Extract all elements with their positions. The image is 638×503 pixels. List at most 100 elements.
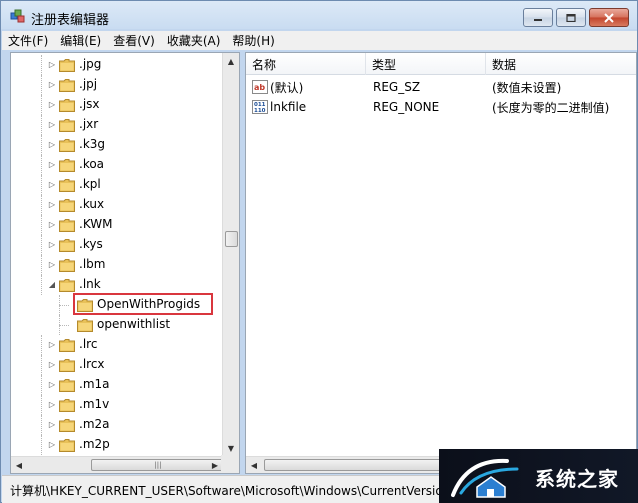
folder-icon: [59, 279, 75, 292]
collapsed-arrow-icon[interactable]: ▷: [47, 220, 57, 229]
collapsed-arrow-icon[interactable]: ▷: [47, 360, 57, 369]
collapsed-arrow-icon[interactable]: ▷: [47, 100, 57, 109]
tree-guide-line: [41, 375, 42, 395]
selected-key-highlight: [73, 293, 213, 315]
collapsed-arrow-icon[interactable]: ▷: [47, 160, 57, 169]
tree-item[interactable]: ▷ .k3g: [11, 135, 221, 155]
folder-icon: [59, 179, 75, 192]
tree-item-label: .m2a: [79, 417, 110, 431]
folder-icon: [59, 399, 75, 412]
tree-item-label: .m1v: [79, 397, 110, 411]
tree-guide-line: [41, 135, 42, 155]
collapsed-arrow-icon[interactable]: ▷: [47, 340, 57, 349]
scroll-down-arrow-icon[interactable]: ▼: [223, 440, 239, 456]
tree-item[interactable]: ◢ .lnk: [11, 275, 221, 295]
menu-edit[interactable]: 编辑(E): [54, 32, 107, 49]
tree-vscroll-thumb[interactable]: [225, 231, 238, 247]
tree-item-label: .KWM: [79, 217, 113, 231]
collapsed-arrow-icon[interactable]: ▷: [47, 240, 57, 249]
menu-view[interactable]: 查看(V): [107, 32, 161, 49]
tree-guide-line: [59, 305, 69, 306]
tree-item[interactable]: ▷ .jxr: [11, 115, 221, 135]
tree-item[interactable]: ▷ .m1v: [11, 395, 221, 415]
value-row[interactable]: 011 110 lnkfile REG_NONE (长度为零的二进制值): [246, 97, 636, 117]
tree-item[interactable]: ▷ .kux: [11, 195, 221, 215]
collapsed-arrow-icon[interactable]: ▷: [47, 200, 57, 209]
window-title: 注册表编辑器: [31, 13, 110, 28]
value-row[interactable]: ab (默认) REG_SZ (数值未设置): [246, 77, 636, 97]
tree-guide-line: [41, 95, 42, 115]
folder-icon: [59, 59, 75, 72]
expanded-arrow-icon[interactable]: ◢: [47, 280, 57, 289]
folder-icon: [59, 139, 75, 152]
collapsed-arrow-icon[interactable]: ▷: [47, 420, 57, 429]
watermark-logo-icon: [451, 458, 519, 498]
tree-vertical-scrollbar[interactable]: ▲ ▼: [222, 53, 239, 456]
collapsed-arrow-icon[interactable]: ▷: [47, 440, 57, 449]
tree-item-label: .lrc: [79, 337, 98, 351]
tree-item[interactable]: ▷ .m2a: [11, 415, 221, 435]
tree-guide-line: [59, 325, 69, 326]
menu-help[interactable]: 帮助(H): [226, 32, 280, 49]
tree-item[interactable]: ▷ .m1a: [11, 375, 221, 395]
menu-file[interactable]: 文件(F): [2, 32, 54, 49]
folder-icon: [59, 99, 75, 112]
tree-item[interactable]: openwithlist: [11, 315, 221, 335]
collapsed-arrow-icon[interactable]: ▷: [47, 140, 57, 149]
folder-icon: [59, 339, 75, 352]
collapsed-arrow-icon[interactable]: ▷: [47, 80, 57, 89]
menu-favorites[interactable]: 收藏夹(A): [161, 32, 227, 49]
value-type: REG_SZ: [373, 80, 421, 94]
collapsed-arrow-icon[interactable]: ▷: [47, 60, 57, 69]
current-key-path: 计算机\HKEY_CURRENT_USER\Software\Microsoft…: [10, 484, 442, 498]
list-hscroll-thumb[interactable]: [264, 459, 444, 471]
collapsed-arrow-icon[interactable]: ▷: [47, 380, 57, 389]
minimize-button[interactable]: [523, 8, 553, 27]
tree-guide-line: [41, 55, 42, 75]
watermark-banner: 系统之家: [439, 449, 638, 503]
column-type-header[interactable]: 类型: [366, 53, 486, 75]
tree-item[interactable]: OpenWithProgids: [11, 293, 221, 315]
tree-item[interactable]: ▷ .m2p: [11, 435, 221, 455]
tree-item[interactable]: ▷ .lrcx: [11, 355, 221, 375]
tree-item[interactable]: ▷ .lbm: [11, 255, 221, 275]
tree-item[interactable]: ▷ .lrc: [11, 335, 221, 355]
tree-item[interactable]: ▷ .kpl: [11, 175, 221, 195]
scroll-up-arrow-icon[interactable]: ▲: [223, 53, 239, 69]
tree-item[interactable]: ▷ .jpg: [11, 55, 221, 75]
scroll-left-arrow-icon[interactable]: ◀: [11, 457, 27, 473]
close-button[interactable]: [589, 8, 629, 27]
tree-guide-line: [41, 115, 42, 135]
folder-icon: [59, 359, 75, 372]
column-data-header[interactable]: 数据: [486, 53, 636, 75]
tree-item[interactable]: ▷ .jpj: [11, 75, 221, 95]
tree-guide-line: [41, 155, 42, 175]
binary-value-icon: 011 110: [252, 100, 268, 114]
scroll-corner: [221, 455, 239, 473]
tree-item[interactable]: ▷ .KWM: [11, 215, 221, 235]
maximize-button[interactable]: [556, 8, 586, 27]
value-name: lnkfile: [270, 100, 307, 114]
collapsed-arrow-icon[interactable]: ▷: [47, 400, 57, 409]
collapsed-arrow-icon[interactable]: ▷: [47, 260, 57, 269]
collapsed-arrow-icon[interactable]: ▷: [47, 120, 57, 129]
scroll-left-arrow-icon[interactable]: ◀: [246, 457, 262, 473]
tree-item-label: .jxr: [79, 117, 99, 131]
tree-item-label: .jpj: [79, 77, 98, 91]
tree-item[interactable]: ▷ .jsx: [11, 95, 221, 115]
folder-icon: [59, 119, 75, 132]
tree-guide-line: [41, 75, 42, 95]
tree-hscroll-thumb[interactable]: |||: [91, 459, 225, 471]
tree-item-label: .k3g: [79, 137, 106, 151]
tree-item[interactable]: ▷ .kys: [11, 235, 221, 255]
collapsed-arrow-icon[interactable]: ▷: [47, 180, 57, 189]
tree-horizontal-scrollbar[interactable]: ◀ ||| ▶: [11, 456, 225, 473]
close-icon: [604, 12, 614, 23]
value-type: REG_NONE: [373, 100, 440, 114]
value-list-pane: 名称 类型 数据 ab (默认) REG_SZ (数值未设置) 011 110 …: [245, 52, 637, 474]
column-name-header[interactable]: 名称: [246, 53, 366, 75]
tree-item-label: .jpg: [79, 57, 102, 71]
value-data: (长度为零的二进制值): [492, 100, 610, 115]
tree-item[interactable]: ▷ .koa: [11, 155, 221, 175]
tree-guide-line: [41, 275, 42, 295]
